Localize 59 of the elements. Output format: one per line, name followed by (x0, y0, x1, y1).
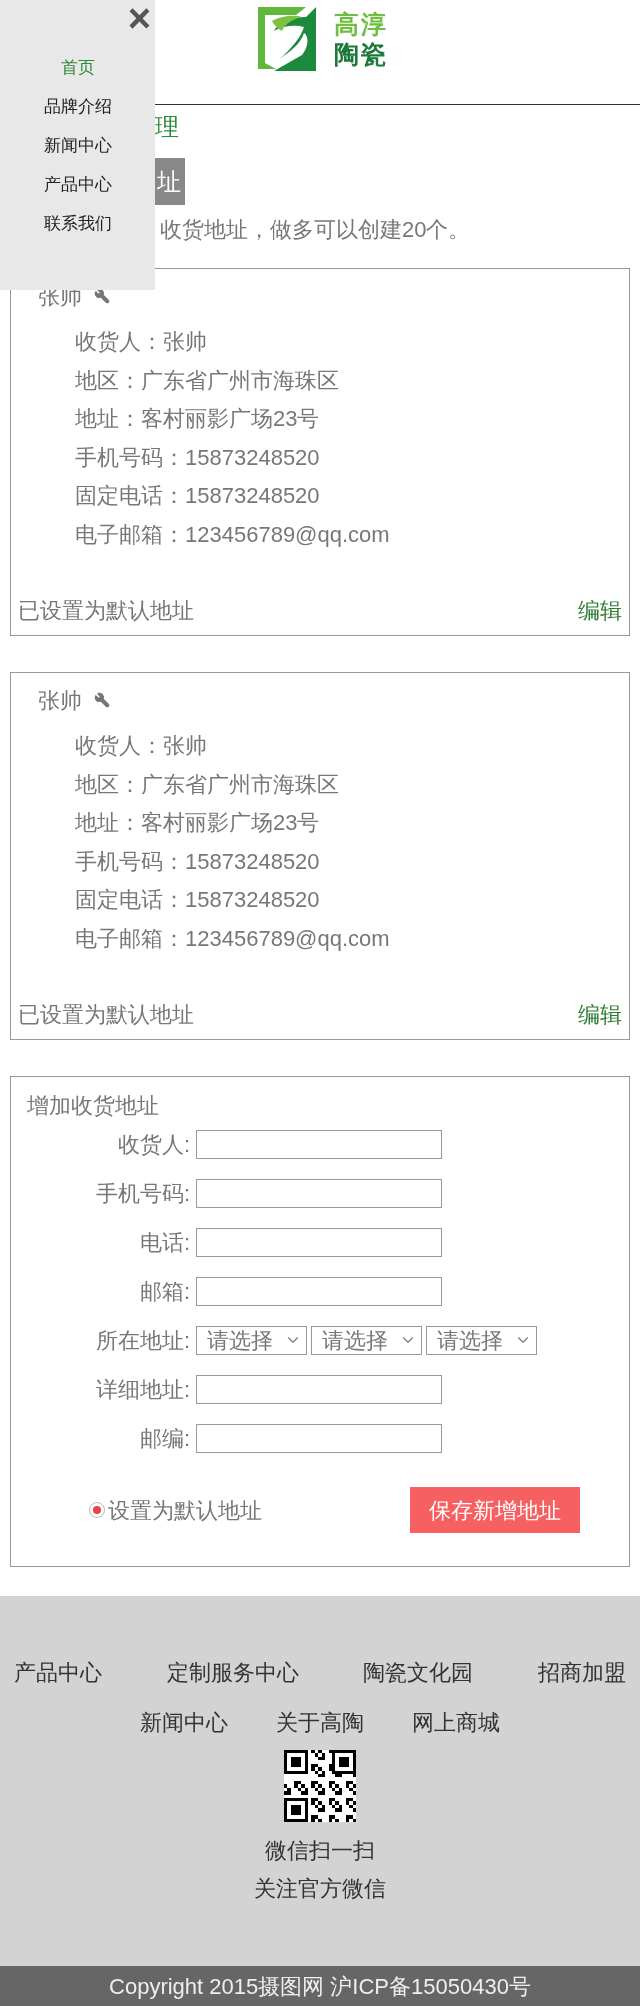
menu-item[interactable]: 品牌介绍 (43, 93, 112, 121)
footer-link[interactable]: 关于高陶 (276, 1705, 364, 1739)
select-dropdown[interactable]: 请选择 (196, 1325, 307, 1355)
qr-caption: 关注官方微信 (254, 1875, 386, 1903)
input-field[interactable] (196, 1129, 442, 1159)
field-label: 收货人: (116, 1130, 191, 1159)
qr-code (284, 1750, 356, 1822)
footer-link[interactable]: 网上商城 (412, 1705, 500, 1739)
menu-item[interactable]: 新闻中心 (43, 132, 112, 160)
address-detail: 固定电话：15873248520 (75, 482, 321, 510)
default-status: 已设置为默认地址 (18, 1001, 194, 1029)
field-label: 邮编: (138, 1424, 191, 1453)
edit-link[interactable]: 编辑 (578, 594, 622, 627)
page-title: 理 (155, 112, 179, 142)
logo-text: 高淳 (334, 9, 388, 39)
address-detail: 地区：广东省广州市海珠区 (75, 366, 340, 395)
address-detail: 电子邮箱：123456789@qq.com (75, 520, 391, 549)
select-dropdown[interactable]: 请选择 (311, 1325, 422, 1355)
wrench-icon[interactable] (94, 692, 110, 708)
qr-caption: 微信扫一扫 (265, 1837, 375, 1865)
default-address-label: 设置为默认地址 (108, 1496, 262, 1525)
close-button[interactable]: × (127, 0, 151, 36)
copyright-text: Copyright 2015摄图网 沪ICP备15050430号 (109, 1973, 531, 2001)
logo-text: 陶瓷 (334, 39, 388, 69)
field-label: 所在地址: (94, 1326, 191, 1355)
input-field[interactable] (196, 1276, 442, 1306)
input-field[interactable] (196, 1178, 442, 1208)
field-label: 电话: (138, 1228, 191, 1257)
menu-item[interactable]: 首页 (60, 54, 95, 82)
address-detail: 手机号码：15873248520 (75, 443, 321, 472)
menu-item[interactable]: 产品中心 (43, 171, 112, 199)
menu-item[interactable]: 联系我们 (43, 210, 112, 238)
select-dropdown[interactable]: 请选择 (426, 1325, 537, 1355)
default-status: 已设置为默认地址 (18, 597, 194, 625)
field-label: 邮箱: (138, 1277, 191, 1306)
address-detail: 手机号码：15873248520 (75, 847, 321, 876)
footer-link[interactable]: 定制服务中心 (166, 1655, 299, 1689)
address-detail: 收货人：张帅 (75, 732, 208, 760)
input-field[interactable] (196, 1227, 442, 1257)
footer-link[interactable]: 招商加盟 (537, 1655, 626, 1689)
footer-link[interactable]: 产品中心 (14, 1655, 102, 1689)
recipient-name: 张帅 (38, 686, 82, 715)
address-detail: 地址：客村丽影广场23号 (75, 809, 321, 837)
address-limit-note: 收货地址，做多可以创建20个。 (159, 215, 471, 244)
edit-link[interactable]: 编辑 (578, 998, 622, 1031)
field-label: 详细地址: (94, 1375, 191, 1404)
input-field[interactable] (196, 1374, 442, 1404)
input-field[interactable] (196, 1423, 442, 1453)
address-detail: 地区：广东省广州市海珠区 (75, 770, 340, 799)
radio-button[interactable] (89, 1502, 105, 1518)
address-detail: 电子邮箱：123456789@qq.com (75, 924, 391, 953)
footer-link[interactable]: 陶瓷文化园 (363, 1655, 474, 1689)
field-label: 手机号码: (94, 1179, 191, 1208)
address-detail: 固定电话：15873248520 (75, 886, 321, 914)
add-address-button[interactable]: 址 (155, 158, 185, 205)
form-title: 增加收货地址 (27, 1093, 159, 1118)
address-detail: 收货人：张帅 (75, 328, 208, 356)
footer-link[interactable]: 新闻中心 (140, 1705, 228, 1739)
address-detail: 地址：客村丽影广场23号 (75, 405, 321, 433)
